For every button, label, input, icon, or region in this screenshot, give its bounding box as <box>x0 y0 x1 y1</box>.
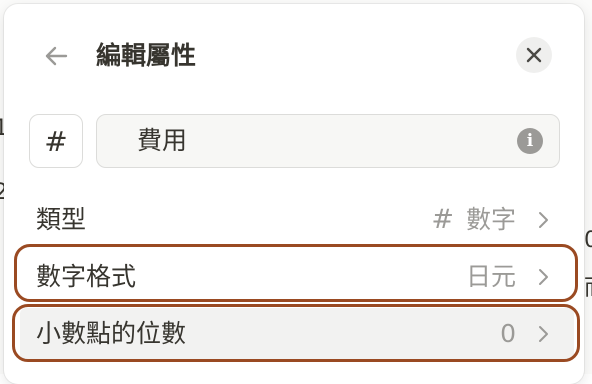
property-type-row[interactable]: 類型 # 數字 <box>20 194 574 246</box>
property-type-value-text: 數字 <box>465 205 516 234</box>
number-format-label: 數字格式 <box>36 262 137 291</box>
close-icon <box>526 47 542 63</box>
decimal-places-value: 0 <box>500 319 516 348</box>
number-format-value: 日元 <box>465 262 516 291</box>
arrow-left-icon <box>45 46 68 66</box>
chevron-right-icon <box>539 212 548 228</box>
property-name-value: 費用 <box>137 126 188 155</box>
hash-icon: # <box>431 204 454 235</box>
property-type-value: # 數字 <box>431 194 516 246</box>
background-text-fragment: 0 <box>584 228 592 253</box>
panel-title: 編輯屬性 <box>96 41 197 70</box>
hash-icon: # <box>44 124 68 158</box>
property-icon-button[interactable]: # <box>29 114 83 168</box>
close-button[interactable] <box>516 37 552 73</box>
decimal-places-row[interactable]: 小數點的位數 0 <box>20 308 574 360</box>
property-type-label: 類型 <box>36 205 87 234</box>
decimal-places-label: 小數點的位數 <box>36 319 187 348</box>
number-format-row[interactable]: 數字格式 日元 <box>20 251 574 303</box>
chevron-right-icon <box>539 269 548 285</box>
info-icon[interactable]: i <box>517 128 543 154</box>
panel-header: 編輯屬性 <box>4 4 584 100</box>
back-button[interactable] <box>38 38 74 74</box>
background-text-fragment: 而 <box>584 270 592 302</box>
property-name-input[interactable]: 費用 i <box>96 114 560 168</box>
chevron-right-icon <box>539 326 548 342</box>
edit-property-panel: 編輯屬性 # 費用 i 類型 # 數字 數字格式 日元 小數點的位數 0 <box>4 4 584 384</box>
